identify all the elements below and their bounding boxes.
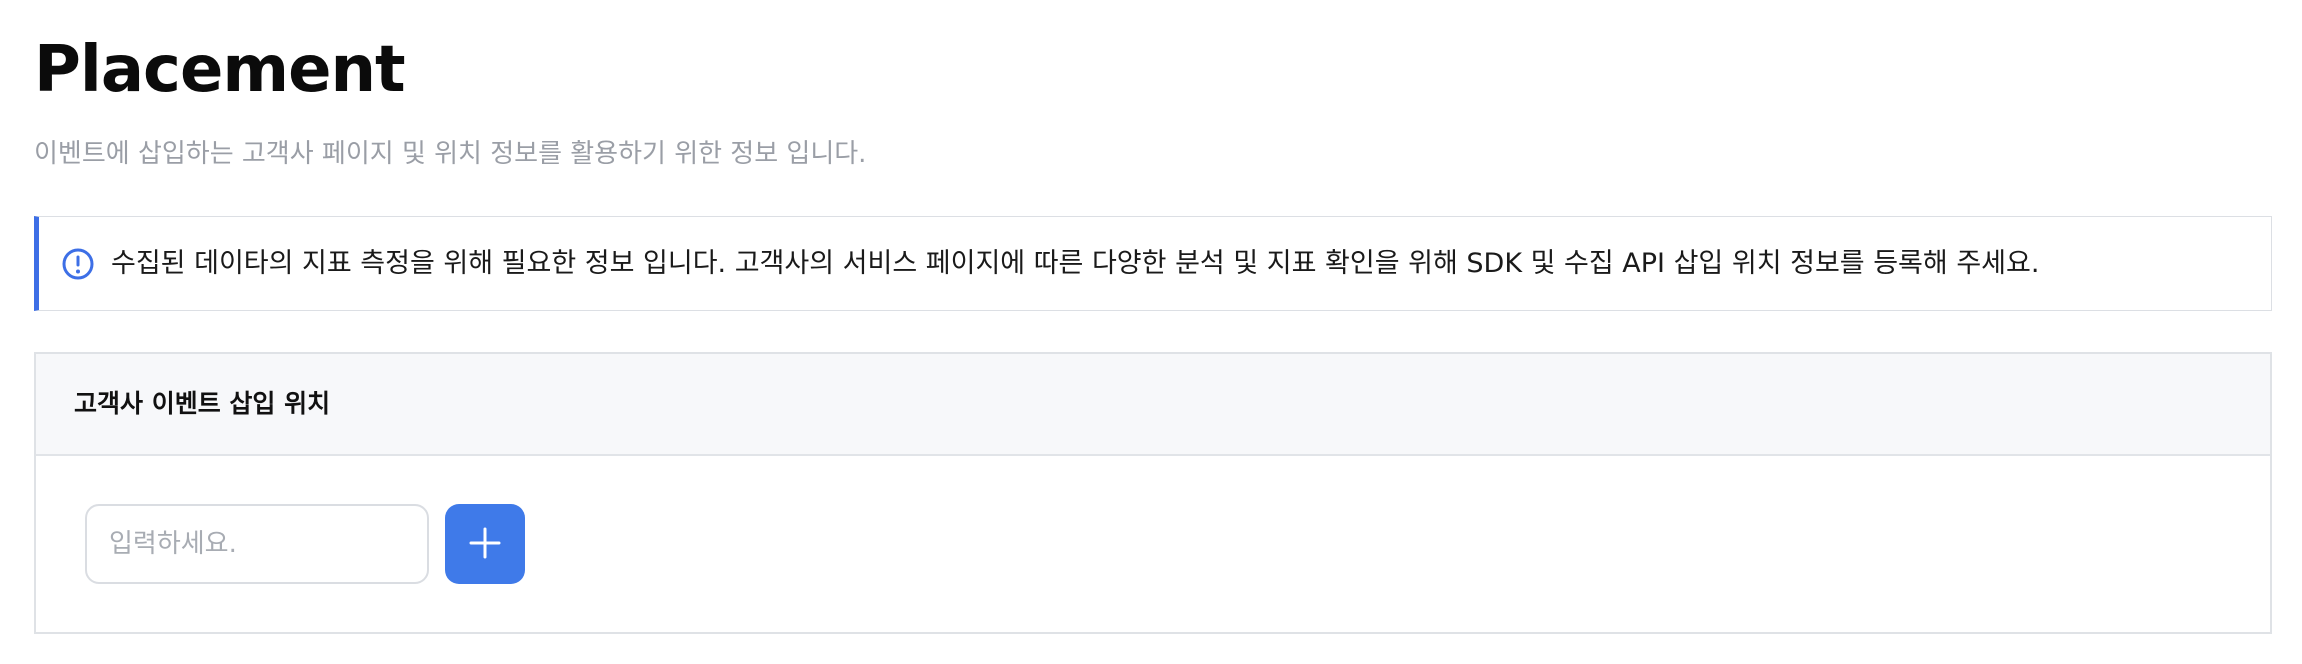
add-placement-button[interactable] <box>445 504 525 584</box>
page-title: Placement <box>34 33 406 107</box>
placement-page: Placement 이벤트에 삽입하는 고객사 페이지 및 위치 정보를 활용하… <box>0 0 2302 664</box>
placement-section: 고객사 이벤트 삽입 위치 <box>34 352 2272 634</box>
section-title: 고객사 이벤트 삽입 위치 <box>74 389 331 418</box>
plus-icon <box>468 526 502 563</box>
page-subtitle: 이벤트에 삽입하는 고객사 페이지 및 위치 정보를 활용하기 위한 정보 입니… <box>34 139 867 169</box>
section-body <box>36 456 2270 632</box>
info-notice: 수집된 데이타의 지표 측정을 위해 필요한 정보 입니다. 고객사의 서비스 … <box>34 216 2272 311</box>
placement-input[interactable] <box>85 504 429 584</box>
notice-text: 수집된 데이타의 지표 측정을 위해 필요한 정보 입니다. 고객사의 서비스 … <box>111 247 2040 279</box>
section-header: 고객사 이벤트 삽입 위치 <box>36 354 2270 456</box>
info-circle-icon <box>61 247 95 281</box>
